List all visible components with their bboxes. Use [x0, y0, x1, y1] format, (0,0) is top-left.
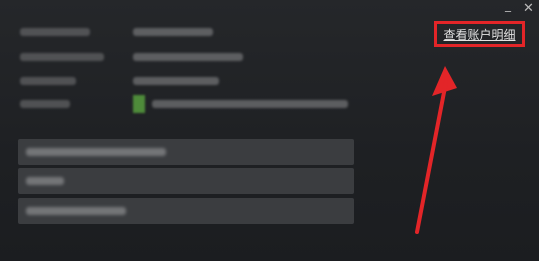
account-window: _ ✕ 查看账户明细 — [0, 0, 539, 261]
annotation-arrow-icon — [415, 66, 457, 234]
